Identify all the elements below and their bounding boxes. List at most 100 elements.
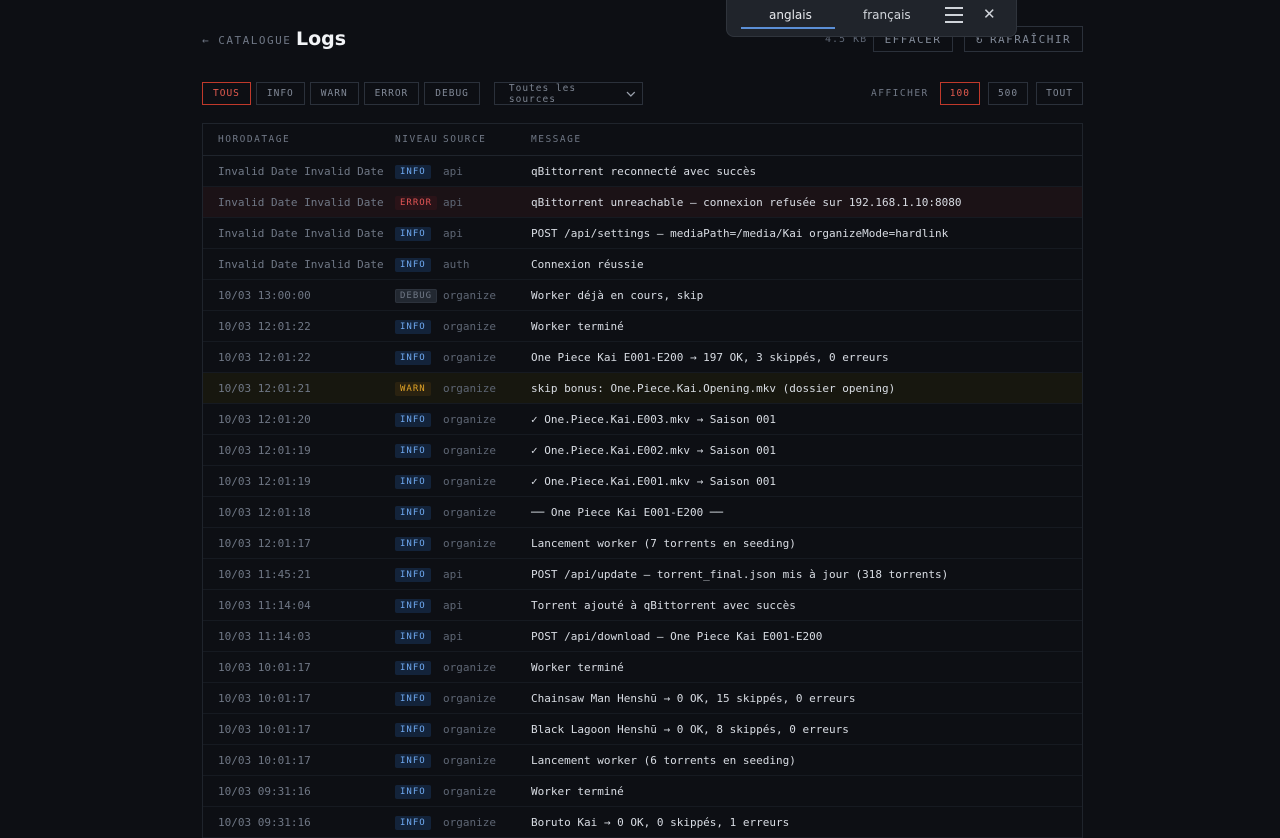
table-row[interactable]: 10/03 13:00:00 DEBUG organize Worker déjà e… xyxy=(203,280,1082,311)
cell-timestamp-text: 10/03 09:31:16 xyxy=(218,815,311,829)
cell-source: organize xyxy=(443,537,531,550)
cell-message: POST /api/settings — mediaPath=/media/Ka… xyxy=(531,227,1082,240)
cell-source-text: api xyxy=(443,567,463,581)
table-row[interactable]: 10/03 10:01:17 INFO organize Chainsaw Man H… xyxy=(203,683,1082,714)
table-row[interactable]: 10/03 09:31:16 INFO organize Worker terminé xyxy=(203,776,1082,807)
hamburger-icon[interactable] xyxy=(945,7,963,23)
cell-message: POST /api/download — One Piece Kai E001-… xyxy=(531,630,1082,643)
show-500-button[interactable]: 500 xyxy=(987,82,1029,105)
filter-info-button[interactable]: INFO xyxy=(255,82,305,105)
table-row[interactable]: Invalid Date Invalid Date ERROR api qBittor… xyxy=(203,187,1082,218)
cell-timestamp-text: Invalid Date Invalid Date xyxy=(218,226,384,240)
cell-level: INFO xyxy=(380,598,443,613)
cell-level: INFO xyxy=(380,753,443,768)
col-level[interactable]: NIVEAU xyxy=(380,134,443,145)
cell-timestamp: 10/03 12:01:17 xyxy=(203,537,380,550)
cell-timestamp-text: 10/03 12:01:18 xyxy=(218,505,311,519)
table-row[interactable]: 10/03 12:01:17 INFO organize Lancement work… xyxy=(203,528,1082,559)
cell-message: ✓ One.Piece.Kai.E001.mkv → Saison 001 xyxy=(531,475,1082,488)
level-badge: INFO xyxy=(395,443,431,458)
cell-timestamp-text: 10/03 12:01:22 xyxy=(218,319,311,333)
table-row[interactable]: 10/03 12:01:18 INFO organize ── One Piece K… xyxy=(203,497,1082,528)
table-row[interactable]: 10/03 12:01:22 INFO organize One Piece Kai … xyxy=(203,342,1082,373)
cell-message-text: ✓ One.Piece.Kai.E001.mkv → Saison 001 xyxy=(531,474,777,488)
back-to-catalogue-link[interactable]: ← CATALOGUE xyxy=(202,34,291,47)
filter-error-button[interactable]: ERROR xyxy=(363,82,420,105)
show-all-button[interactable]: TOUT xyxy=(1036,82,1083,105)
cell-timestamp: 10/03 11:14:03 xyxy=(203,630,380,643)
col-source[interactable]: SOURCE xyxy=(443,134,531,145)
cell-source: organize xyxy=(443,475,531,488)
cell-message-text: Lancement worker (7 torrents en seeding) xyxy=(531,536,796,550)
cell-source: organize xyxy=(443,692,531,705)
cell-source-text: organize xyxy=(443,381,496,395)
cell-timestamp: 10/03 13:00:00 xyxy=(203,289,380,302)
cell-level: INFO xyxy=(380,443,443,458)
table-body: Invalid Date Invalid Date INFO api qBittorr… xyxy=(203,156,1082,838)
table-row[interactable]: 10/03 10:01:17 INFO organize Worker terminé xyxy=(203,652,1082,683)
cell-level: INFO xyxy=(380,629,443,644)
table-row[interactable]: 10/03 10:01:17 INFO organize Black Lagoon H… xyxy=(203,714,1082,745)
table-row[interactable]: Invalid Date Invalid Date INFO auth Connexi… xyxy=(203,249,1082,280)
col-timestamp[interactable]: HORODATAGE xyxy=(203,134,380,145)
cell-source-text: api xyxy=(443,226,463,240)
cell-timestamp-text: Invalid Date Invalid Date xyxy=(218,195,384,209)
table-row[interactable]: 10/03 11:45:21 INFO api POST /api/update — … xyxy=(203,559,1082,590)
page-title: Logs xyxy=(296,28,347,50)
cell-source: organize xyxy=(443,382,531,395)
table-row[interactable]: 10/03 11:14:03 INFO api POST /api/download … xyxy=(203,621,1082,652)
cell-timestamp: 10/03 09:31:16 xyxy=(203,816,380,829)
level-badge: INFO xyxy=(395,164,431,179)
level-badge: INFO xyxy=(395,319,431,334)
cell-source-text: organize xyxy=(443,443,496,457)
source-select[interactable]: Toutes les sources xyxy=(493,82,643,105)
table-row[interactable]: 10/03 12:01:19 INFO organize ✓ One.Piece.Ka… xyxy=(203,466,1082,497)
table-row[interactable]: 10/03 12:01:21 WARN organize skip bonus: On… xyxy=(203,373,1082,404)
cell-timestamp-text: 10/03 11:14:04 xyxy=(218,598,311,612)
table-row[interactable]: 10/03 12:01:22 INFO organize Worker terminé xyxy=(203,311,1082,342)
table-row[interactable]: Invalid Date Invalid Date INFO api POST /ap… xyxy=(203,218,1082,249)
cell-timestamp-text: 10/03 09:31:16 xyxy=(218,784,311,798)
table-row[interactable]: Invalid Date Invalid Date INFO api qBittorr… xyxy=(203,156,1082,187)
cell-source: organize xyxy=(443,816,531,829)
cell-timestamp-text: 10/03 10:01:17 xyxy=(218,722,311,736)
cell-source: api xyxy=(443,196,531,209)
level-badge: INFO xyxy=(395,691,431,706)
cell-timestamp-text: 10/03 12:01:22 xyxy=(218,350,311,364)
show-100-button[interactable]: 100 xyxy=(939,82,980,105)
cell-timestamp-text: 10/03 12:01:20 xyxy=(218,412,311,426)
cell-source: organize xyxy=(443,289,531,302)
cell-source: api xyxy=(443,630,531,643)
lang-tab-francais[interactable]: français xyxy=(863,8,911,22)
cell-level: INFO xyxy=(380,257,443,272)
cell-message-text: qBittorrent unreachable — connexion refu… xyxy=(531,195,962,209)
close-icon[interactable]: ✕ xyxy=(983,5,996,23)
filter-warn-button[interactable]: WARN xyxy=(309,82,359,105)
level-badge: INFO xyxy=(395,412,431,427)
cell-level: INFO xyxy=(380,319,443,334)
cell-message-text: ✓ One.Piece.Kai.E002.mkv → Saison 001 xyxy=(531,443,777,457)
cell-source: organize xyxy=(443,413,531,426)
table-row[interactable]: 10/03 10:01:17 INFO organize Lancement work… xyxy=(203,745,1082,776)
col-message[interactable]: MESSAGE xyxy=(531,134,1082,145)
cell-level: INFO xyxy=(380,474,443,489)
cell-source-text: organize xyxy=(443,319,496,333)
table-row[interactable]: 10/03 09:31:16 INFO organize Boruto Kai → 0… xyxy=(203,807,1082,838)
cell-level: ERROR xyxy=(380,195,443,210)
cell-level: INFO xyxy=(380,226,443,241)
cell-timestamp: 10/03 10:01:17 xyxy=(203,754,380,767)
filter-all-button[interactable]: TOUS xyxy=(202,82,251,105)
cell-level: INFO xyxy=(380,412,443,427)
cell-source: api xyxy=(443,599,531,612)
cell-source-text: organize xyxy=(443,350,496,364)
lang-tab-anglais[interactable]: anglais xyxy=(769,8,812,22)
table-row[interactable]: 10/03 11:14:04 INFO api Torrent ajouté à qB… xyxy=(203,590,1082,621)
filter-debug-button[interactable]: DEBUG xyxy=(424,82,480,105)
table-row[interactable]: 10/03 12:01:20 INFO organize ✓ One.Piece.Ka… xyxy=(203,404,1082,435)
cell-level: INFO xyxy=(380,567,443,582)
table-row[interactable]: 10/03 12:01:19 INFO organize ✓ One.Piece.Ka… xyxy=(203,435,1082,466)
cell-source-text: organize xyxy=(443,536,496,550)
cell-source-text: organize xyxy=(443,815,496,829)
cell-timestamp-text: 10/03 13:00:00 xyxy=(218,288,311,302)
cell-timestamp: 10/03 12:01:22 xyxy=(203,320,380,333)
